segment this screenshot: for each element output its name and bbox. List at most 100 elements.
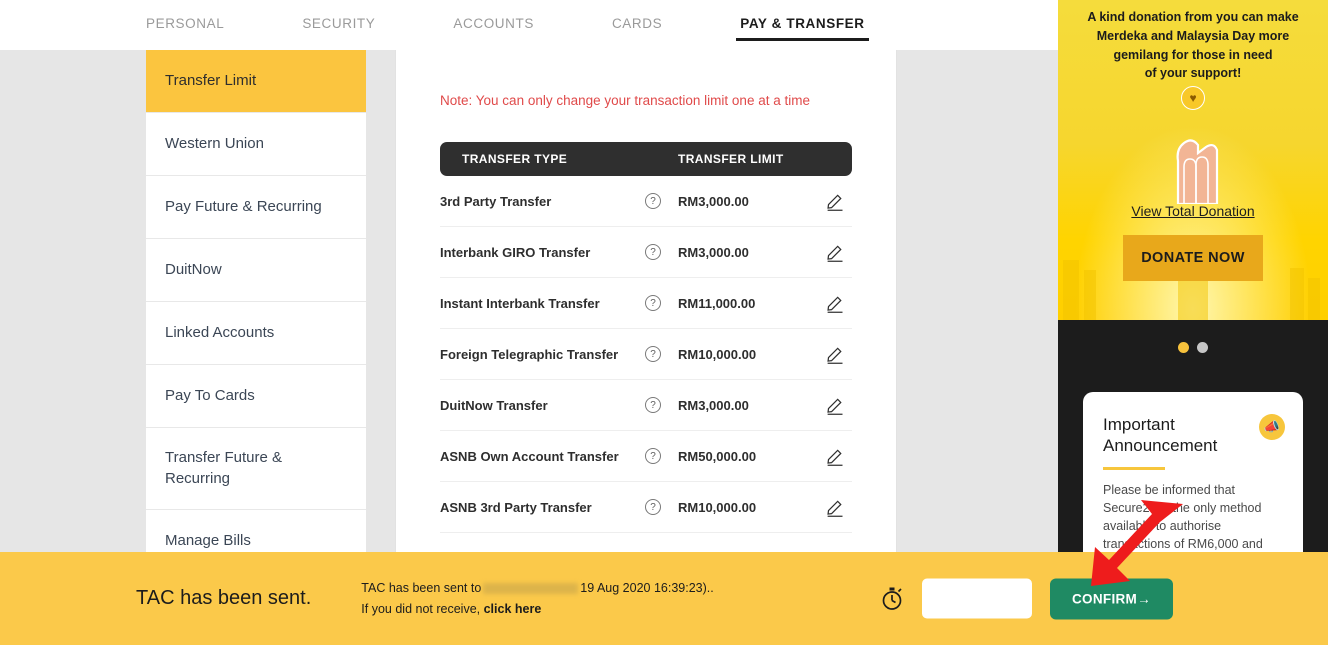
promo-line-4: of your support! — [1144, 66, 1242, 81]
row-transfer-limit: RM3,000.00 — [678, 193, 749, 209]
promo-headline: A kind donation from you can make Merdek… — [1058, 0, 1328, 83]
nav-item-pay-and-transfer[interactable]: PAY & TRANSFER — [736, 0, 870, 41]
transfer-limit-table: TRANSFER TYPE TRANSFER LIMIT 3rd Party T… — [440, 142, 852, 533]
edit-pencil-icon[interactable] — [825, 497, 846, 518]
sidebar-item-western-union[interactable]: Western Union — [146, 113, 366, 176]
redacted-phone-number — [483, 583, 579, 595]
row-transfer-limit: RM11,000.00 — [678, 295, 756, 311]
question-mark-icon[interactable]: ? — [645, 397, 661, 413]
column-header-transfer-type: TRANSFER TYPE — [462, 152, 568, 166]
sidebar-item-pay-to-cards[interactable]: Pay To Cards — [146, 365, 366, 428]
row-transfer-limit: RM10,000.00 — [678, 499, 757, 515]
promo-illustration: ♥ — [1058, 83, 1328, 204]
question-mark-icon[interactable]: ? — [645, 295, 661, 311]
question-mark-icon[interactable]: ? — [645, 193, 661, 209]
sidebar-item-transfer-limit[interactable]: Transfer Limit — [146, 50, 366, 113]
edit-cell — [818, 497, 852, 518]
confirm-button[interactable]: CONFIRM→ — [1050, 578, 1173, 619]
table-row: 3rd Party Transfer ? RM3,000.00 — [440, 176, 852, 227]
sidebar-menu: Transfer Limit Western Union Pay Future … — [146, 40, 366, 573]
edit-pencil-icon[interactable] — [825, 446, 846, 467]
sidebar-item-label: Western Union — [165, 134, 264, 152]
announcement-title: Important Announcement — [1103, 414, 1253, 457]
nav-item-accounts[interactable]: ACCOUNTS — [453, 0, 534, 41]
table-row: ASNB 3rd Party Transfer ? RM10,000.00 — [440, 482, 852, 533]
carousel-dot-2[interactable] — [1197, 342, 1208, 353]
stopwatch-icon — [882, 587, 902, 610]
row-transfer-type: DuitNow Transfer — [440, 397, 548, 413]
promo-line-2: Merdeka and Malaysia Day more — [1096, 28, 1290, 43]
tac-retry-line: If you did not receive, click here — [361, 599, 713, 620]
edit-pencil-icon[interactable] — [825, 293, 846, 314]
tac-title: TAC has been sent. — [136, 587, 312, 609]
edit-cell — [818, 293, 852, 314]
tac-code-input[interactable] — [922, 578, 1032, 619]
row-transfer-type: 3rd Party Transfer — [440, 193, 552, 209]
transfer-limit-panel: Note: You can only change your transacti… — [396, 45, 896, 555]
help-icon-cell: ? — [645, 244, 678, 260]
row-transfer-limit: RM3,000.00 — [678, 397, 749, 413]
table-header-row: TRANSFER TYPE TRANSFER LIMIT — [440, 142, 852, 176]
row-transfer-type: ASNB 3rd Party Transfer — [440, 499, 592, 515]
help-icon-cell: ? — [645, 397, 678, 413]
nav-item-security[interactable]: SECURITY — [302, 0, 375, 41]
tac-sent-prefix: TAC has been sent to — [361, 580, 482, 595]
donation-promo-banner[interactable]: A kind donation from you can make Merdek… — [1058, 0, 1328, 320]
table-row: Instant Interbank Transfer ? RM11,000.00 — [440, 278, 852, 329]
click-here-link[interactable]: click here — [484, 602, 542, 616]
help-icon-cell: ? — [645, 193, 678, 209]
nav-item-cards[interactable]: CARDS — [612, 0, 662, 41]
row-transfer-type: Foreign Telegraphic Transfer — [440, 346, 619, 362]
edit-cell — [818, 344, 852, 365]
sidebar-item-label: Pay Future & Recurring — [165, 197, 322, 215]
row-transfer-limit: RM10,000.00 — [678, 346, 757, 362]
top-navigation: PERSONAL SECURITY ACCOUNTS CARDS PAY & T… — [0, 0, 1058, 50]
heart-coin-icon: ♥ — [1181, 86, 1205, 110]
sidebar-item-transfer-future-recurring[interactable]: Transfer Future & Recurring — [146, 428, 366, 510]
help-icon-cell: ? — [645, 499, 678, 515]
edit-pencil-icon[interactable] — [825, 191, 846, 212]
row-transfer-type: Interbank GIRO Transfer — [440, 244, 591, 260]
table-row: ASNB Own Account Transfer ? RM50,000.00 — [440, 431, 852, 482]
tac-actions: CONFIRM→ — [880, 578, 1173, 619]
edit-pencil-icon[interactable] — [825, 395, 846, 416]
sidebar-item-label: DuitNow — [165, 260, 222, 278]
announcement-title-line-2: Announcement — [1103, 436, 1218, 456]
sidebar-item-duitnow[interactable]: DuitNow — [146, 239, 366, 302]
confirm-button-label: CONFIRM — [1072, 591, 1138, 606]
question-mark-icon[interactable]: ? — [645, 499, 661, 515]
tac-sent-line: TAC has been sent to 19 Aug 2020 16:39:23… — [361, 578, 713, 599]
tac-details: TAC has been sent to 19 Aug 2020 16:39:23… — [361, 578, 713, 619]
question-mark-icon[interactable]: ? — [645, 244, 661, 260]
edit-pencil-icon[interactable] — [825, 242, 846, 263]
tac-retry-prefix: If you did not receive, — [361, 601, 481, 616]
sidebar-item-label: Pay To Cards — [165, 386, 255, 404]
sidebar-item-label: Linked Accounts — [165, 323, 275, 341]
edit-pencil-icon[interactable] — [825, 344, 846, 365]
edit-cell — [818, 242, 852, 263]
table-row: DuitNow Transfer ? RM3,000.00 — [440, 380, 852, 431]
help-icon-cell: ? — [645, 448, 678, 464]
sidebar-item-linked-accounts[interactable]: Linked Accounts — [146, 302, 366, 365]
finger-heart-hand-icon — [1176, 139, 1219, 204]
column-header-transfer-limit: TRANSFER LIMIT — [678, 152, 784, 166]
donate-now-button[interactable]: DONATE NOW — [1123, 235, 1263, 281]
sidebar-item-label: Transfer Future & Recurring — [165, 449, 282, 487]
table-row: Foreign Telegraphic Transfer ? RM10,000.… — [440, 329, 852, 380]
tac-bar: TAC has been sent. TAC has been sent to 1… — [0, 552, 1328, 645]
edit-cell — [818, 191, 852, 212]
view-total-donation-link[interactable]: View Total Donation — [1058, 203, 1328, 219]
promo-line-1: A kind donation from you can make — [1087, 10, 1299, 24]
nav-item-personal[interactable]: PERSONAL — [146, 0, 224, 41]
question-mark-icon[interactable]: ? — [645, 346, 661, 362]
help-icon-cell: ? — [645, 346, 678, 362]
help-icon-cell: ? — [645, 295, 678, 311]
edit-cell — [818, 446, 852, 467]
row-transfer-type: Instant Interbank Transfer — [440, 295, 600, 311]
row-transfer-limit: RM50,000.00 — [678, 448, 757, 464]
question-mark-icon[interactable]: ? — [645, 448, 661, 464]
carousel-dot-1[interactable] — [1178, 342, 1189, 353]
announcement-title-line-1: Important — [1103, 415, 1175, 434]
row-transfer-limit: RM3,000.00 — [678, 244, 749, 260]
sidebar-item-pay-future-recurring[interactable]: Pay Future & Recurring — [146, 176, 366, 239]
